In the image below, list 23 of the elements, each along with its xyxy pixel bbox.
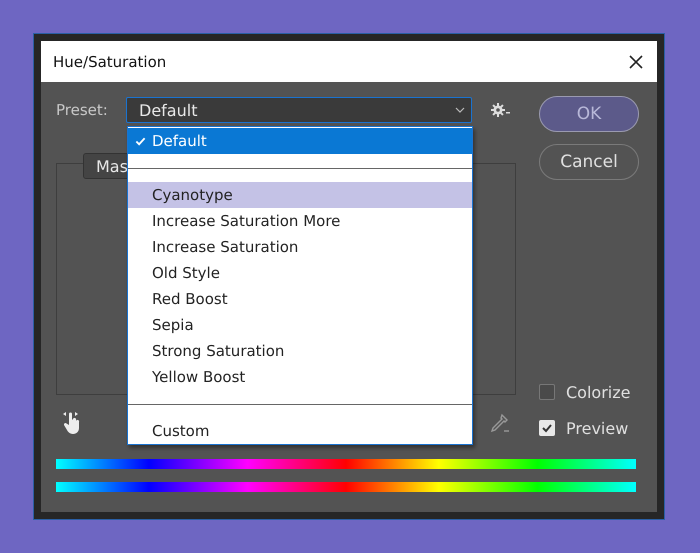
settings-icon[interactable]	[491, 102, 511, 118]
menu-item[interactable]: Increase Saturation More	[128, 208, 472, 234]
eyedropper-icon[interactable]	[488, 412, 510, 434]
menu-item[interactable]: Sepia	[128, 312, 472, 338]
check-icon	[541, 422, 553, 434]
preset-label: Preset:	[56, 101, 109, 119]
menu-item[interactable]: Custom	[128, 418, 472, 444]
close-icon[interactable]	[629, 54, 643, 68]
checkbox-label: Preview	[566, 418, 628, 438]
window-title: Hue/Saturation	[53, 52, 166, 70]
cancel-button[interactable]: Cancel	[539, 144, 639, 180]
menu-item[interactable]: Red Boost	[128, 286, 472, 312]
menu-item[interactable]: Yellow Boost	[128, 364, 472, 390]
menu-item[interactable]: Increase Saturation	[128, 234, 472, 260]
preset-dropdown[interactable]: Default	[126, 97, 472, 123]
checkbox[interactable]	[539, 384, 555, 400]
hand-icon[interactable]	[62, 411, 82, 435]
menu-item[interactable]: Default	[128, 128, 472, 154]
menu-item[interactable]: Cyanotype	[128, 182, 472, 208]
chevron-icon	[455, 107, 465, 113]
checkbox-label: Colorize	[566, 382, 630, 402]
menu-item[interactable]: Old Style	[128, 260, 472, 286]
menu-item[interactable]: Strong Saturation	[128, 338, 472, 364]
